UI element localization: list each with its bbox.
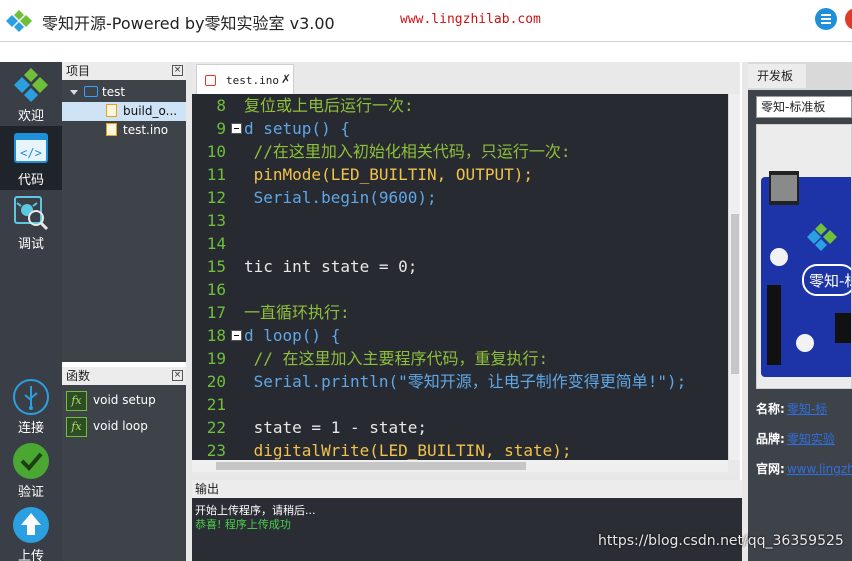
project-panel-header: 项目 ×	[62, 62, 186, 80]
board-info-website: 官网: www.lingzh	[756, 460, 852, 477]
logo-icon	[14, 68, 48, 102]
board-silkscreen-text: 零知-标	[809, 272, 852, 290]
functions-panel-header: 函数 ×	[62, 367, 186, 385]
editor-vertical-scrollbar[interactable]	[728, 94, 740, 460]
board-info-key: 品牌:	[756, 432, 785, 446]
file-icon	[106, 104, 117, 117]
code-line: 20 Serial.println("零知开源，让电子制作变得更简单!");	[206, 372, 687, 391]
code-line: 17 一直循环执行:	[206, 303, 350, 322]
tab-test-ino[interactable]: test.ino ✗	[196, 64, 294, 94]
editor-horizontal-scrollbar[interactable]	[192, 460, 728, 472]
board-info-value[interactable]: 零知-标	[787, 402, 827, 416]
code-line: 23 digitalWrite(LED_BUILTIN, state);	[206, 441, 572, 460]
function-item-loop[interactable]: fx void loop	[66, 415, 186, 437]
nav-label: 验证	[17, 485, 44, 500]
scrollbar-thumb[interactable]	[731, 214, 739, 374]
nav-label: 欢迎	[17, 109, 44, 124]
code-icon: </>	[14, 133, 48, 163]
tree-root-label: test	[102, 85, 126, 99]
code-line: 13	[206, 211, 226, 230]
function-item-setup[interactable]: fx void setup	[66, 389, 186, 411]
nav-welcome[interactable]: 欢迎	[0, 62, 62, 126]
code-line: 9d setup() {	[216, 119, 350, 138]
functions-panel-title: 函数	[66, 369, 91, 383]
function-icon: fx	[66, 416, 87, 437]
app-logo-icon	[6, 10, 32, 32]
scrollbar-thumb[interactable]	[216, 462, 526, 470]
code-editor[interactable]: 8 复位或上电后运行一次: 9d setup() { 10 //在这里加入初始化相…	[192, 94, 728, 460]
tree-item-label: build_o...	[123, 104, 178, 118]
code-line: 15 tic int state = 0;	[206, 257, 418, 276]
code-line: 14	[206, 234, 226, 253]
function-label: void loop	[93, 419, 148, 433]
close-icon[interactable]: ×	[172, 65, 183, 76]
file-icon	[205, 75, 216, 86]
board-info-key: 官网:	[756, 462, 785, 476]
code-line: 21	[206, 395, 226, 414]
board-info-brand: 品牌: 零知实验	[756, 430, 835, 447]
code-line: 19 // 在这里加入主要程序代码，重复执行:	[206, 349, 549, 368]
svg-text:</>: </>	[20, 146, 42, 160]
functions-panel: 函数 × fx void setup fx void loop	[62, 367, 186, 561]
nav-label: 代码	[17, 173, 44, 188]
board-info-value[interactable]: 零知实验	[787, 432, 835, 446]
file-icon	[106, 123, 117, 136]
tree-item-build[interactable]: build_o...	[62, 102, 186, 121]
tab-board[interactable]: 开发板	[748, 64, 806, 88]
tree-item-label: test.ino	[123, 123, 169, 137]
code-line: 12 Serial.begin(9600);	[206, 188, 437, 207]
pin-icon[interactable]: ✗	[281, 72, 291, 86]
tab-label: test.ino	[226, 74, 279, 87]
function-icon: fx	[66, 390, 87, 411]
close-icon[interactable]	[845, 8, 852, 30]
nav-label: 连接	[17, 421, 44, 436]
board-image: 零知-标	[756, 124, 852, 389]
code-line: 8 复位或上电后运行一次:	[216, 96, 414, 115]
code-line: 18 d loop() {	[206, 326, 341, 345]
output-panel-title: 输出	[192, 480, 742, 498]
code-line: 11 pinMode(LED_BUILTIN, OUTPUT);	[206, 165, 533, 184]
board-info-value[interactable]: www.lingzh	[787, 462, 852, 476]
function-label: void setup	[93, 393, 156, 407]
project-panel-title: 项目	[66, 64, 91, 78]
board-select[interactable]: 零知-标准板	[756, 96, 852, 118]
left-nav: 欢迎 </> 代码 调试 连接 验证 上传	[0, 62, 62, 561]
code-line: 16	[206, 280, 226, 299]
upload-icon	[13, 507, 49, 543]
debug-icon	[14, 196, 49, 231]
nav-label: 上传	[17, 549, 44, 561]
board-select-value: 零知-标准板	[761, 100, 826, 114]
nav-verify[interactable]: 验证	[0, 438, 62, 502]
nav-upload[interactable]: 上传	[0, 502, 62, 561]
nav-connect[interactable]: 连接	[0, 374, 62, 438]
chevron-down-icon[interactable]	[70, 90, 78, 95]
code-line: 22 state = 1 - state;	[206, 418, 428, 437]
fold-icon[interactable]	[231, 123, 242, 134]
nav-code[interactable]: </> 代码	[0, 126, 62, 190]
board-info-key: 名称:	[756, 402, 785, 416]
app-title: 零知开源-Powered by零知实验室 v3.00	[42, 14, 335, 33]
board-info-name: 名称: 零知-标	[756, 400, 827, 417]
tree-root[interactable]: test	[62, 83, 186, 102]
watermark: https://blog.csdn.net/qq_36359525	[598, 533, 844, 549]
website-link[interactable]: www.lingzhilab.com	[400, 12, 541, 27]
list-menu-icon[interactable]	[815, 8, 837, 30]
nav-label: 调试	[17, 237, 44, 252]
close-icon[interactable]: ×	[172, 370, 183, 381]
title-bar: 零知开源-Powered by零知实验室 v3.00 www.lingzhila…	[0, 0, 852, 42]
project-folder-icon	[84, 86, 98, 97]
board-panel: 开发板 零知-标准板 零知-标 名称:零知-标 品牌:零知实验 官网:www.l…	[748, 62, 852, 561]
board-illustration: 零知-标	[757, 125, 852, 388]
check-icon	[13, 443, 49, 479]
usb-icon	[13, 379, 49, 415]
project-panel: 项目 × test build_o... test.ino	[62, 62, 186, 362]
editor: test.ino ✗ 8 复位或上电后运行一次: 9d setup() { 10 …	[192, 62, 740, 474]
fold-icon[interactable]	[231, 330, 242, 341]
nav-debug[interactable]: 调试	[0, 190, 62, 254]
output-line: 恭喜! 程序上传成功	[195, 518, 291, 531]
code-line: 10 //在这里加入初始化相关代码，只运行一次:	[206, 142, 571, 161]
tree-item-test-ino[interactable]: test.ino	[62, 121, 186, 140]
